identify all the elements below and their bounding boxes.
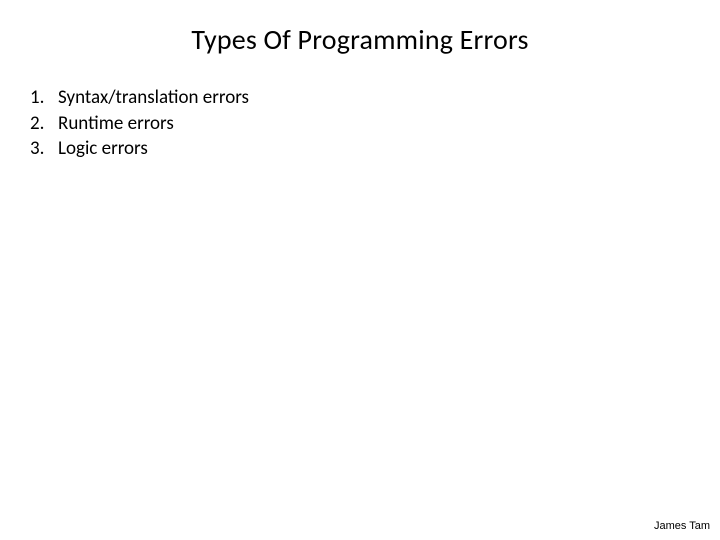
list-text: Runtime errors <box>56 111 174 137</box>
list-number: 3. <box>30 136 56 162</box>
list-number: 1. <box>30 85 56 111</box>
list-text: Logic errors <box>56 136 148 162</box>
content-list: 1. Syntax/translation errors 2. Runtime … <box>0 85 720 162</box>
list-number: 2. <box>30 111 56 137</box>
slide-title: Types Of Programming Errors <box>0 0 720 57</box>
list-item: 1. Syntax/translation errors <box>30 85 720 111</box>
list-item: 2. Runtime errors <box>30 111 720 137</box>
list-text: Syntax/translation errors <box>56 85 249 111</box>
footer-author: James Tam <box>654 520 710 532</box>
list-item: 3. Logic errors <box>30 136 720 162</box>
